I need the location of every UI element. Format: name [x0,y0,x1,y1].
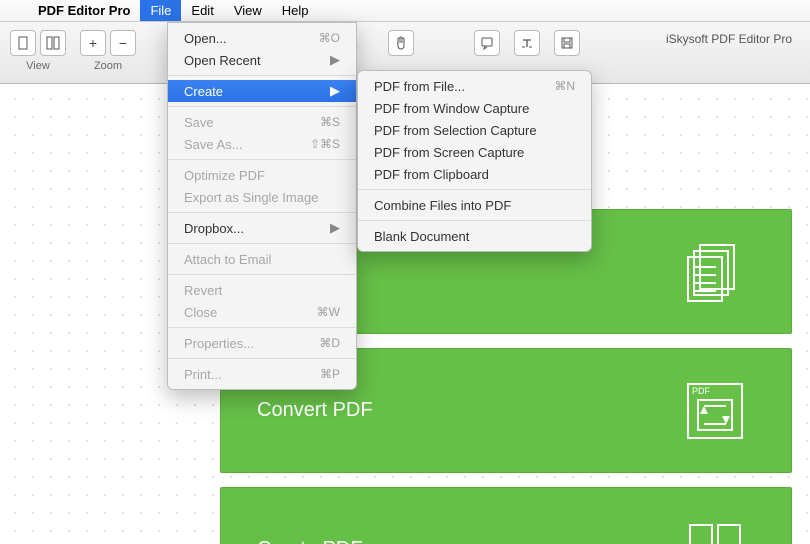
note-tool-button[interactable] [474,30,500,56]
create-from-screen[interactable]: PDF from Screen Capture [358,141,591,163]
file-revert: Revert [168,279,356,301]
create-from-selection[interactable]: PDF from Selection Capture [358,119,591,141]
svg-text:PDF: PDF [692,386,711,396]
file-open-recent[interactable]: Open Recent▶ [168,49,356,71]
create-grid-icon [675,510,755,544]
panel-create-pdf[interactable]: Create PDF [220,487,792,544]
panel-create-title: Create PDF [257,538,363,544]
submenu-arrow-icon: ▶ [330,83,340,99]
file-export-image: Export as Single Image [168,186,356,208]
file-menu: Open...⌘O Open Recent▶ Create▶ Save⌘S Sa… [167,22,357,390]
convert-icon: PDF [675,371,755,451]
menu-help[interactable]: Help [272,0,319,21]
create-blank[interactable]: Blank Document [358,225,591,247]
create-from-clipboard[interactable]: PDF from Clipboard [358,163,591,185]
file-save-as: Save As...⇧⌘S [168,133,356,155]
file-print: Print...⌘P [168,363,356,385]
panel-convert-title: Convert PDF [257,399,373,422]
zoom-out-button[interactable]: − [110,30,136,56]
window-title: iSkysoft PDF Editor Pro [666,32,792,46]
text-tool-button[interactable] [514,30,540,56]
menu-view[interactable]: View [224,0,272,21]
submenu-arrow-icon: ▶ [330,220,340,236]
file-create[interactable]: Create▶ [168,80,356,102]
file-close: Close⌘W [168,301,356,323]
create-from-file[interactable]: PDF from File...⌘N [358,75,591,97]
zoom-label: Zoom [94,60,122,72]
menubar: PDF Editor Pro File Edit View Help [0,0,810,22]
submenu-arrow-icon: ▶ [330,52,340,68]
file-save: Save⌘S [168,111,356,133]
zoom-in-button[interactable]: + [80,30,106,56]
file-optimize: Optimize PDF [168,164,356,186]
view-single-page-button[interactable] [10,30,36,56]
create-combine[interactable]: Combine Files into PDF [358,194,591,216]
document-stack-icon [675,232,755,312]
create-submenu: PDF from File...⌘N PDF from Window Captu… [357,70,592,252]
app-name: PDF Editor Pro [28,3,140,18]
view-label: View [26,60,50,72]
menu-edit[interactable]: Edit [181,0,223,21]
file-open[interactable]: Open...⌘O [168,27,356,49]
view-two-page-button[interactable] [40,30,66,56]
menu-file[interactable]: File [140,0,181,21]
create-from-window[interactable]: PDF from Window Capture [358,97,591,119]
file-dropbox[interactable]: Dropbox...▶ [168,217,356,239]
file-properties: Properties...⌘D [168,332,356,354]
hand-tool-button[interactable] [388,30,414,56]
file-attach-email: Attach to Email [168,248,356,270]
save-tool-button[interactable] [554,30,580,56]
